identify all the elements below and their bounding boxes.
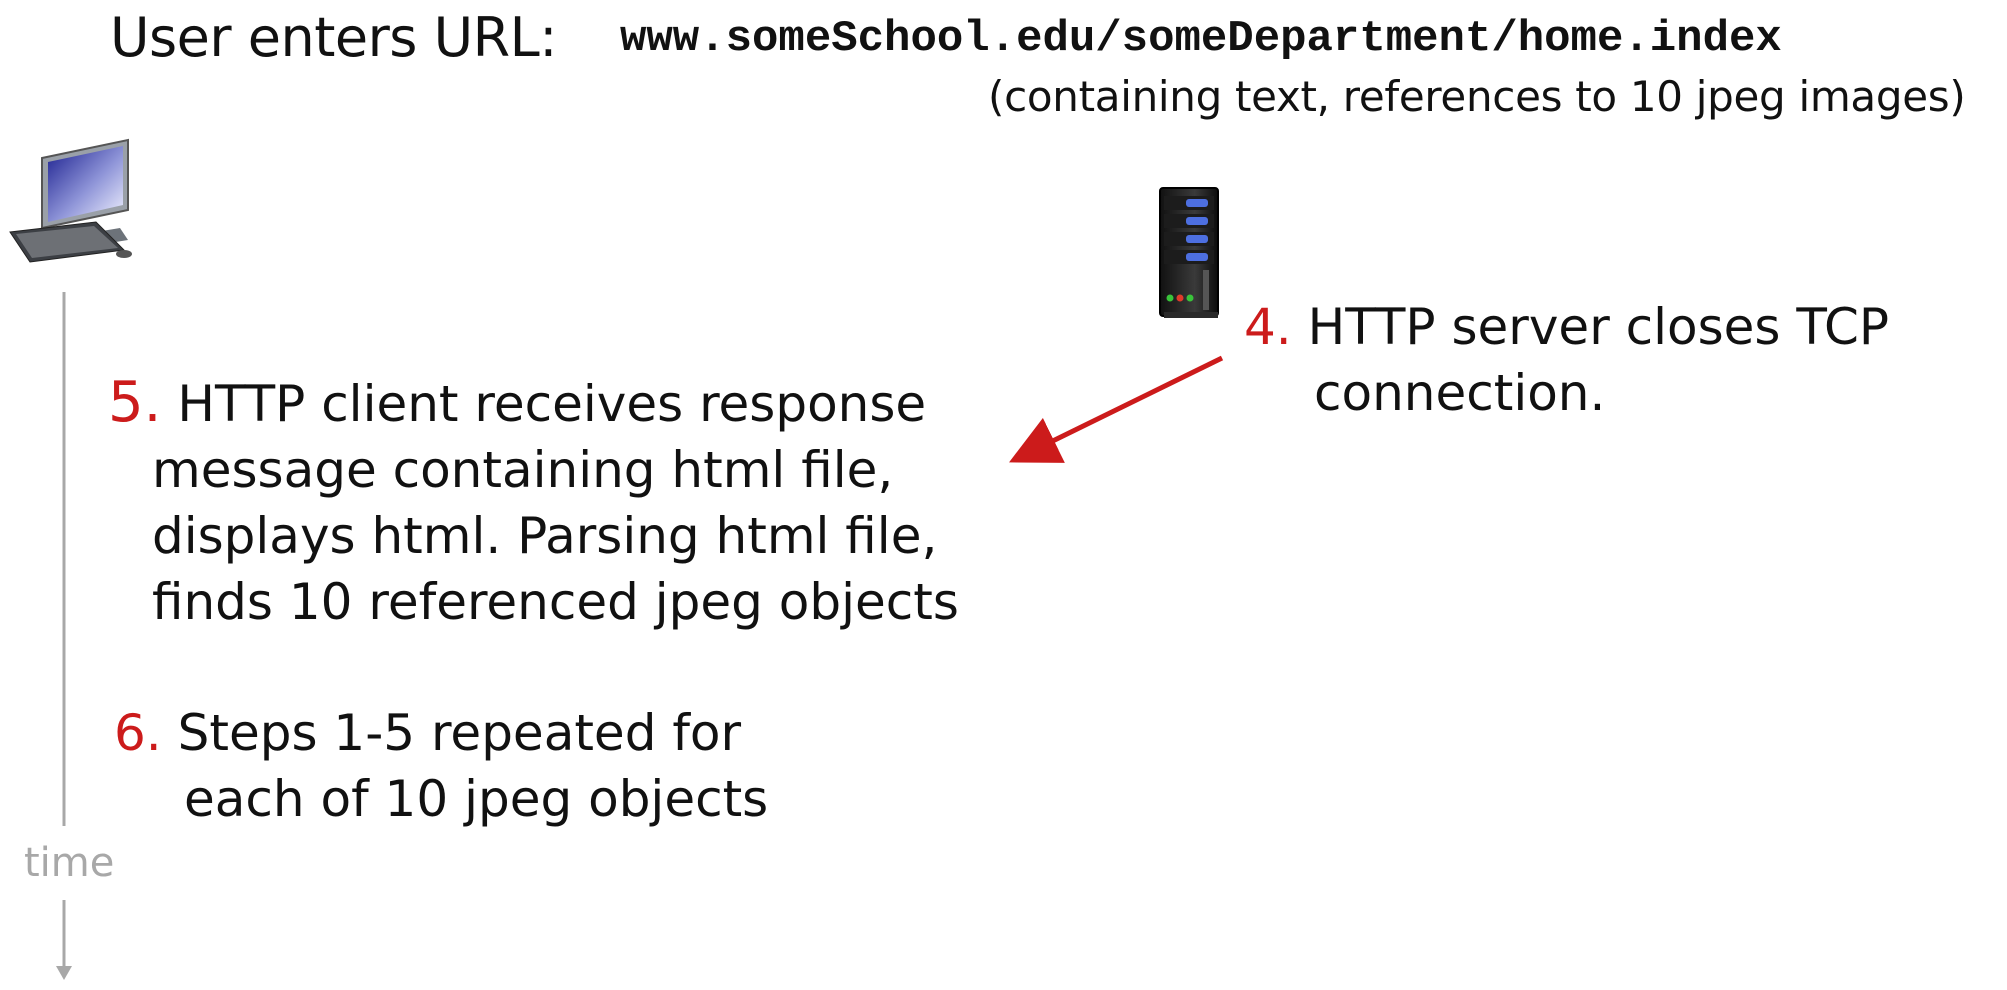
step-5-number: 5. [108,370,162,435]
server-tower-icon [1159,187,1219,318]
step-5-line4: finds 10 referenced jpeg objects [152,573,959,631]
step-6-line2: each of 10 jpeg objects [184,770,769,828]
step-5-line2: message containing html file, [152,441,894,499]
tcp-close-arrow [1009,355,1224,463]
step-5-line3: displays html. Parsing html file, [152,507,938,565]
step-5-text: 5. HTTP client receives response message… [108,370,959,635]
step-4-line1: HTTP server closes TCP [1307,298,1890,356]
timeline-label: time [24,840,115,886]
step-5-line1: HTTP client receives response [177,375,927,433]
step-4-line2: connection. [1314,364,1606,422]
step-6-number: 6. [114,704,162,762]
step-6-line1: Steps 1-5 repeated for [177,704,742,762]
desktop-computer-icon [9,138,132,263]
step-6-text: 6. Steps 1-5 repeated for each of 10 jpe… [114,700,768,832]
step-4-text: 4. HTTP server closes TCP connection. [1244,294,1889,426]
step-4-number: 4. [1244,298,1292,356]
